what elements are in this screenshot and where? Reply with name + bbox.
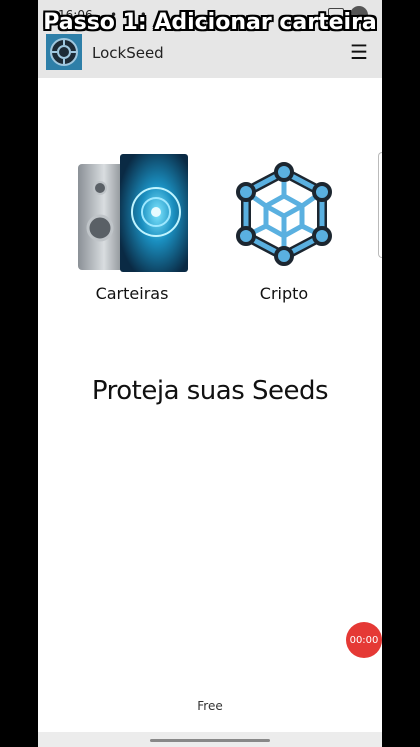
crypto-network-icon [236, 162, 332, 266]
timer-badge[interactable]: 00:00 [346, 622, 382, 658]
plan-label: Free [197, 699, 223, 713]
vault-logo-icon[interactable] [46, 34, 82, 70]
tutorial-caption: Passo 1: Adicionar carteira [43, 10, 377, 35]
phone-screen: 16:06 • • • LockSeed ☰ Carteiras Cripto … [38, 0, 382, 747]
page-headline: Proteja suas Seeds [91, 376, 329, 406]
app-bar: LockSeed ☰ [38, 30, 382, 78]
home-gesture-handle[interactable] [150, 739, 270, 742]
system-nav-bar [38, 732, 382, 747]
vault-safe-icon [78, 154, 188, 272]
side-panel-handle[interactable] [378, 152, 382, 258]
hamburger-icon[interactable]: ☰ [350, 40, 368, 64]
crypto-label: Cripto [259, 284, 309, 303]
app-title: LockSeed [92, 44, 164, 62]
wallets-card[interactable]: Carteiras [62, 150, 202, 303]
crypto-card[interactable]: Cripto [214, 150, 354, 303]
wallets-label: Carteiras [95, 284, 169, 303]
